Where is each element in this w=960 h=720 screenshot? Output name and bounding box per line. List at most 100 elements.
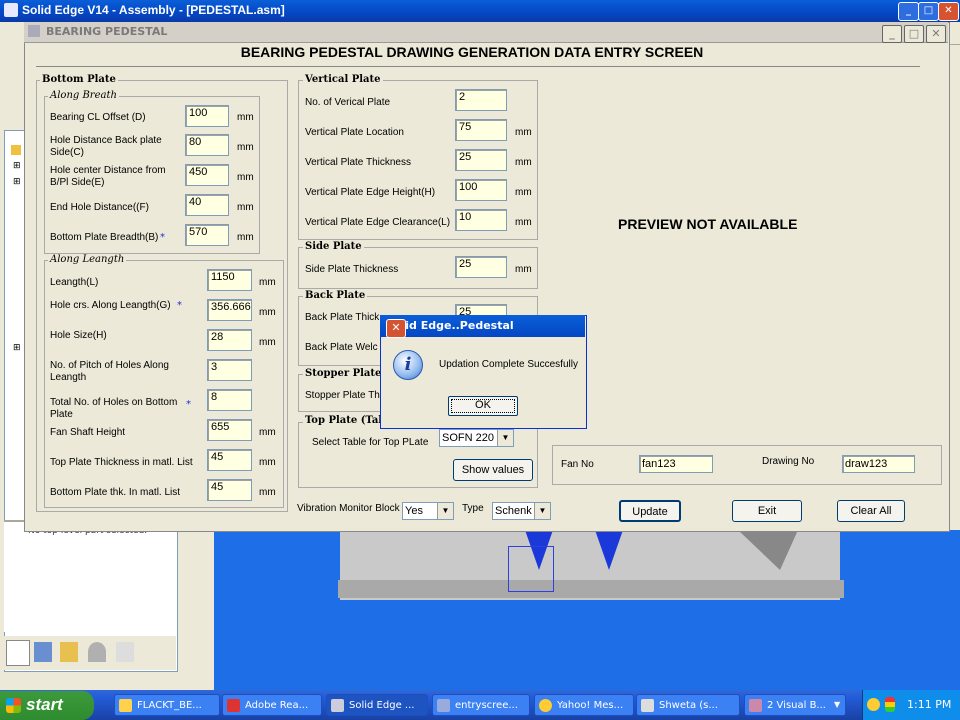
side-plate-thickness-input[interactable]: 25 (455, 256, 507, 278)
vertical-plate-edge-clearance-input[interactable]: 10 (455, 209, 507, 231)
unit-label: mm (237, 202, 254, 213)
taskbar-group-arrow-icon[interactable]: ▼ (834, 700, 840, 709)
tab-parts-icon[interactable] (60, 642, 78, 662)
field-label: Side Plate Thickness (305, 264, 399, 275)
windows-logo-icon (6, 698, 21, 713)
taskbar-item[interactable]: Yahoo! Mes... (534, 694, 634, 716)
total-holes-input[interactable]: 8 (207, 389, 252, 411)
update-button[interactable]: Update (619, 500, 681, 522)
type-select[interactable]: Schenk ▼ (492, 502, 551, 520)
required-marker: * (177, 300, 182, 311)
hole-size-input[interactable]: 28 (207, 329, 252, 351)
top-plate-table-select[interactable]: SOFN 220 ▼ (439, 429, 514, 447)
close-icon[interactable]: ✕ (938, 2, 959, 21)
dialog-title: BEARING PEDESTAL (46, 25, 168, 38)
vertical-plate-label: Vertical Plate (303, 74, 383, 85)
hole-crs-input[interactable]: 356.666 (207, 299, 252, 321)
expand-icon[interactable]: ⊞ (13, 177, 21, 187)
unit-label: mm (237, 142, 254, 153)
bottom-plate-thk-input[interactable]: 45 (207, 479, 252, 501)
bearing-cl-offset-input[interactable]: 100 (185, 105, 229, 127)
traffic-light-tray-icon[interactable] (885, 697, 895, 712)
unit-label: mm (515, 217, 532, 228)
expand-icon[interactable]: ⊞ (13, 343, 21, 353)
field-label: Vertical Plate Location (305, 127, 404, 138)
end-hole-distance-input[interactable]: 40 (185, 194, 229, 216)
smiley-tray-icon[interactable] (867, 698, 880, 711)
tab-pathfinder-icon[interactable] (6, 640, 30, 666)
chevron-down-icon[interactable]: ▼ (534, 503, 550, 519)
exit-button[interactable]: Exit (732, 500, 802, 522)
solid-edge-titlebar: Solid Edge V14 - Assembly - [PEDESTAL.as… (0, 0, 960, 22)
heading-divider (36, 66, 920, 67)
vertical-plate-thickness-input[interactable]: 25 (455, 149, 507, 171)
tab-help-icon[interactable] (116, 642, 134, 662)
maximize-icon[interactable]: □ (918, 2, 939, 21)
field-label: Vertical Plate Edge Clearance(L) (305, 217, 451, 228)
start-button[interactable]: start (0, 691, 94, 720)
top-plate-thickness-input[interactable]: 45 (207, 449, 252, 471)
solid-edge-title: Solid Edge V14 - Assembly - [PEDESTAL.as… (22, 3, 285, 17)
taskbar-item[interactable]: Shweta (s... (636, 694, 740, 716)
chevron-down-icon[interactable]: ▼ (497, 430, 513, 446)
minimize-icon[interactable]: _ (898, 2, 919, 21)
info-icon: i (393, 350, 423, 380)
field-label: Vertical Plate Thickness (305, 157, 411, 168)
length-input[interactable]: 1150 (207, 269, 252, 291)
expand-icon[interactable]: ⊞ (13, 161, 21, 171)
vertical-plate-edge-height-input[interactable]: 100 (455, 179, 507, 201)
field-label: Hole center Distance from B/Pl Side(E) (50, 165, 166, 188)
show-values-button[interactable]: Show values (453, 459, 533, 481)
bottom-plate-breadth-input[interactable]: 570 (185, 224, 229, 246)
taskbar-item-label: Yahoo! Mes... (557, 700, 624, 711)
drawing-no-input[interactable]: draw123 (842, 455, 915, 473)
minimize-icon[interactable]: _ (882, 25, 902, 43)
hole-center-distance-input[interactable]: 450 (185, 164, 229, 186)
vertical-plate-count-input[interactable]: 2 (455, 89, 507, 111)
solid-edge-app-icon (4, 3, 18, 17)
taskbar-item[interactable]: 2 Visual B... (744, 694, 846, 716)
taskbar-item-label: entryscree... (455, 700, 518, 711)
clock: 1:11 PM (907, 698, 952, 711)
system-tray: 1:11 PM (862, 690, 960, 720)
chat-icon (641, 699, 654, 712)
vertical-plate-shape (595, 530, 623, 570)
field-label: Hole Size(H) (50, 330, 107, 341)
taskbar-item[interactable]: Solid Edge ... (326, 694, 428, 716)
fan-no-input[interactable]: fan123 (639, 455, 713, 473)
select-value: Yes (405, 505, 423, 517)
assembly-icon (11, 145, 21, 155)
edgebar-info-panel: No top level part selected. (4, 520, 176, 632)
drawing-no-label: Drawing No (762, 456, 815, 467)
clear-all-button[interactable]: Clear All (837, 500, 905, 522)
field-label: No. of Verical Plate (305, 97, 391, 108)
hole-distance-back-input[interactable]: 80 (185, 134, 229, 156)
model-coordinate-triad (508, 546, 554, 592)
yahoo-messenger-icon (539, 699, 552, 712)
fan-shaft-height-input[interactable]: 655 (207, 419, 252, 441)
solid-edge-toolbar (0, 44, 24, 130)
ok-button[interactable]: OK (448, 396, 518, 416)
taskbar-item[interactable]: Adobe Rea... (222, 694, 322, 716)
chevron-down-icon[interactable]: ▼ (437, 503, 453, 519)
vertical-plate-location-input[interactable]: 75 (455, 119, 507, 141)
taskbar-item[interactable]: entryscree... (432, 694, 530, 716)
tab-library-icon[interactable] (34, 642, 52, 662)
select-value: Schenk (495, 505, 532, 517)
unit-label: mm (515, 264, 532, 275)
taskbar-item[interactable]: FLACKT_BE... (114, 694, 220, 716)
unit-label: mm (259, 457, 276, 468)
unit-label: mm (259, 427, 276, 438)
solid-edge-icon (331, 699, 344, 712)
pedestal-model-edge (338, 580, 844, 598)
pitch-holes-input[interactable]: 3 (207, 359, 252, 381)
close-icon[interactable]: ✕ (386, 319, 406, 338)
maximize-icon[interactable]: □ (904, 25, 924, 43)
message-text: Updation Complete Succesfully (439, 359, 578, 370)
close-icon[interactable]: ✕ (926, 25, 946, 43)
side-plate-label: Side Plate (303, 241, 364, 252)
top-plate-label: Top Plate (Tabl (303, 415, 392, 426)
vibration-monitor-select[interactable]: Yes ▼ (402, 502, 454, 520)
preview-text: PREVIEW NOT AVAILABLE (618, 216, 798, 232)
tab-sensor-icon[interactable] (88, 642, 106, 662)
